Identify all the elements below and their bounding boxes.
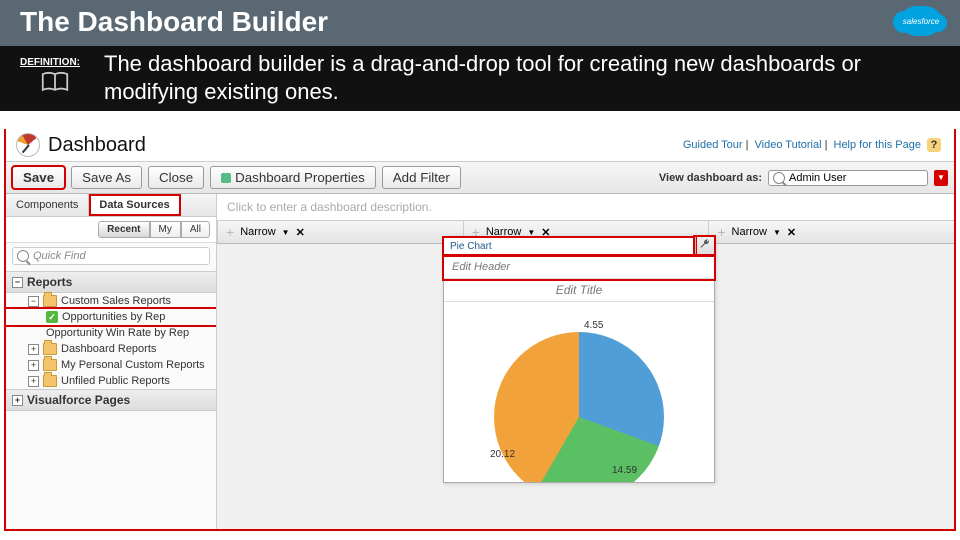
close-icon[interactable]: ✕ <box>296 226 305 239</box>
section-reports[interactable]: −Reports <box>6 271 216 293</box>
widget-header-field[interactable]: Edit Header <box>444 256 714 279</box>
tree-folder-my-personal[interactable]: +My Personal Custom Reports <box>6 357 216 373</box>
definition-bar: DEFINITION: The dashboard builder is a d… <box>0 46 960 111</box>
folder-icon <box>43 343 57 355</box>
tree-folder-dashboard-reports[interactable]: +Dashboard Reports <box>6 341 216 357</box>
add-column-icon[interactable]: + <box>717 224 725 240</box>
tree-item-opportunities-by-rep[interactable]: ✓Opportunities by Rep <box>6 309 216 325</box>
filter-all[interactable]: All <box>181 221 210 238</box>
expand-icon[interactable]: + <box>28 344 39 355</box>
pie-chart-widget[interactable]: Pie Chart Edit Header Edit Title 4.55 14… <box>443 236 715 483</box>
tree-item-win-rate[interactable]: Opportunity Win Rate by Rep <box>6 325 216 341</box>
slide-title: The Dashboard Builder <box>20 6 940 38</box>
search-icon <box>773 172 785 184</box>
section-visualforce[interactable]: +Visualforce Pages <box>6 389 216 411</box>
dashboard-canvas[interactable]: Click to enter a dashboard description. … <box>217 194 954 531</box>
salesforce-logo: salesforce <box>900 6 942 36</box>
view-as-label: View dashboard as: <box>659 172 762 184</box>
toolbar: Save Save As Close Dashboard Properties … <box>6 162 954 194</box>
view-as-selector[interactable]: Admin User <box>768 170 928 186</box>
folder-icon <box>43 375 57 387</box>
view-as-dropdown-icon[interactable]: ▼ <box>934 170 948 186</box>
folder-icon <box>43 359 57 371</box>
column-header-3[interactable]: +Narrow▼✕ <box>708 221 954 243</box>
guided-tour-link[interactable]: Guided Tour <box>683 139 743 151</box>
tree-folder-custom-sales[interactable]: −Custom Sales Reports <box>6 293 216 309</box>
pie-value-3: 20.12 <box>490 449 515 460</box>
tab-components[interactable]: Components <box>6 194 89 216</box>
expand-icon[interactable]: + <box>28 376 39 387</box>
definition-label: DEFINITION: <box>20 57 80 69</box>
close-icon[interactable]: ✕ <box>787 226 796 239</box>
check-icon: ✓ <box>46 311 58 323</box>
dashboard-properties-button[interactable]: Dashboard Properties <box>210 166 376 189</box>
expand-icon[interactable]: + <box>12 395 23 406</box>
pie-chart: 4.55 14.59 20.12 <box>444 302 714 482</box>
pie-value-2: 14.59 <box>612 465 637 476</box>
widget-type-label[interactable]: Pie Chart <box>444 238 695 255</box>
pie-chart-graphic <box>494 332 664 482</box>
chevron-down-icon[interactable]: ▼ <box>773 228 781 237</box>
header-help-links: Guided Tour| Video Tutorial| Help for th… <box>683 138 944 152</box>
folder-icon <box>43 295 57 307</box>
tree-folder-unfiled[interactable]: +Unfiled Public Reports <box>6 373 216 389</box>
tab-data-sources[interactable]: Data Sources <box>89 194 180 216</box>
pie-value-1: 4.55 <box>584 320 603 331</box>
sidebar: Components Data Sources Recent My All Qu… <box>6 194 217 531</box>
save-as-button[interactable]: Save As <box>71 166 142 189</box>
widget-settings-button[interactable] <box>695 237 714 255</box>
source-filter-row: Recent My All <box>6 217 216 243</box>
filter-my[interactable]: My <box>150 221 181 238</box>
help-page-link[interactable]: Help for this Page <box>834 139 921 151</box>
add-filter-button[interactable]: Add Filter <box>382 166 461 189</box>
slide-title-bar: The Dashboard Builder salesforce <box>0 0 960 46</box>
widget-title-field[interactable]: Edit Title <box>444 279 714 302</box>
book-icon <box>41 71 69 98</box>
expand-icon[interactable]: + <box>28 360 39 371</box>
column-header-1[interactable]: +Narrow▼✕ <box>217 221 463 243</box>
report-tree: −Reports −Custom Sales Reports ✓Opportun… <box>6 269 216 531</box>
dashboard-gauge-icon <box>16 133 40 157</box>
save-button[interactable]: Save <box>12 166 65 189</box>
close-button[interactable]: Close <box>148 166 204 189</box>
wrench-icon <box>699 237 711 255</box>
video-tutorial-link[interactable]: Video Tutorial <box>755 139 822 151</box>
description-field[interactable]: Click to enter a dashboard description. <box>217 194 954 221</box>
quick-find-input[interactable]: Quick Find <box>12 247 210 265</box>
search-icon <box>17 250 29 262</box>
view-as-value: Admin User <box>789 172 923 184</box>
collapse-icon[interactable]: − <box>12 277 23 288</box>
app-title: Dashboard <box>48 134 146 157</box>
help-icon[interactable]: ? <box>927 138 941 152</box>
app-header: Dashboard Guided Tour| Video Tutorial| H… <box>6 129 954 162</box>
screenshot-frame: Dashboard Guided Tour| Video Tutorial| H… <box>4 129 956 531</box>
add-column-icon[interactable]: + <box>226 224 234 240</box>
filter-recent[interactable]: Recent <box>98 221 149 238</box>
properties-icon <box>221 173 231 183</box>
chevron-down-icon[interactable]: ▼ <box>282 228 290 237</box>
definition-text: The dashboard builder is a drag-and-drop… <box>104 50 940 105</box>
collapse-icon[interactable]: − <box>28 296 39 307</box>
